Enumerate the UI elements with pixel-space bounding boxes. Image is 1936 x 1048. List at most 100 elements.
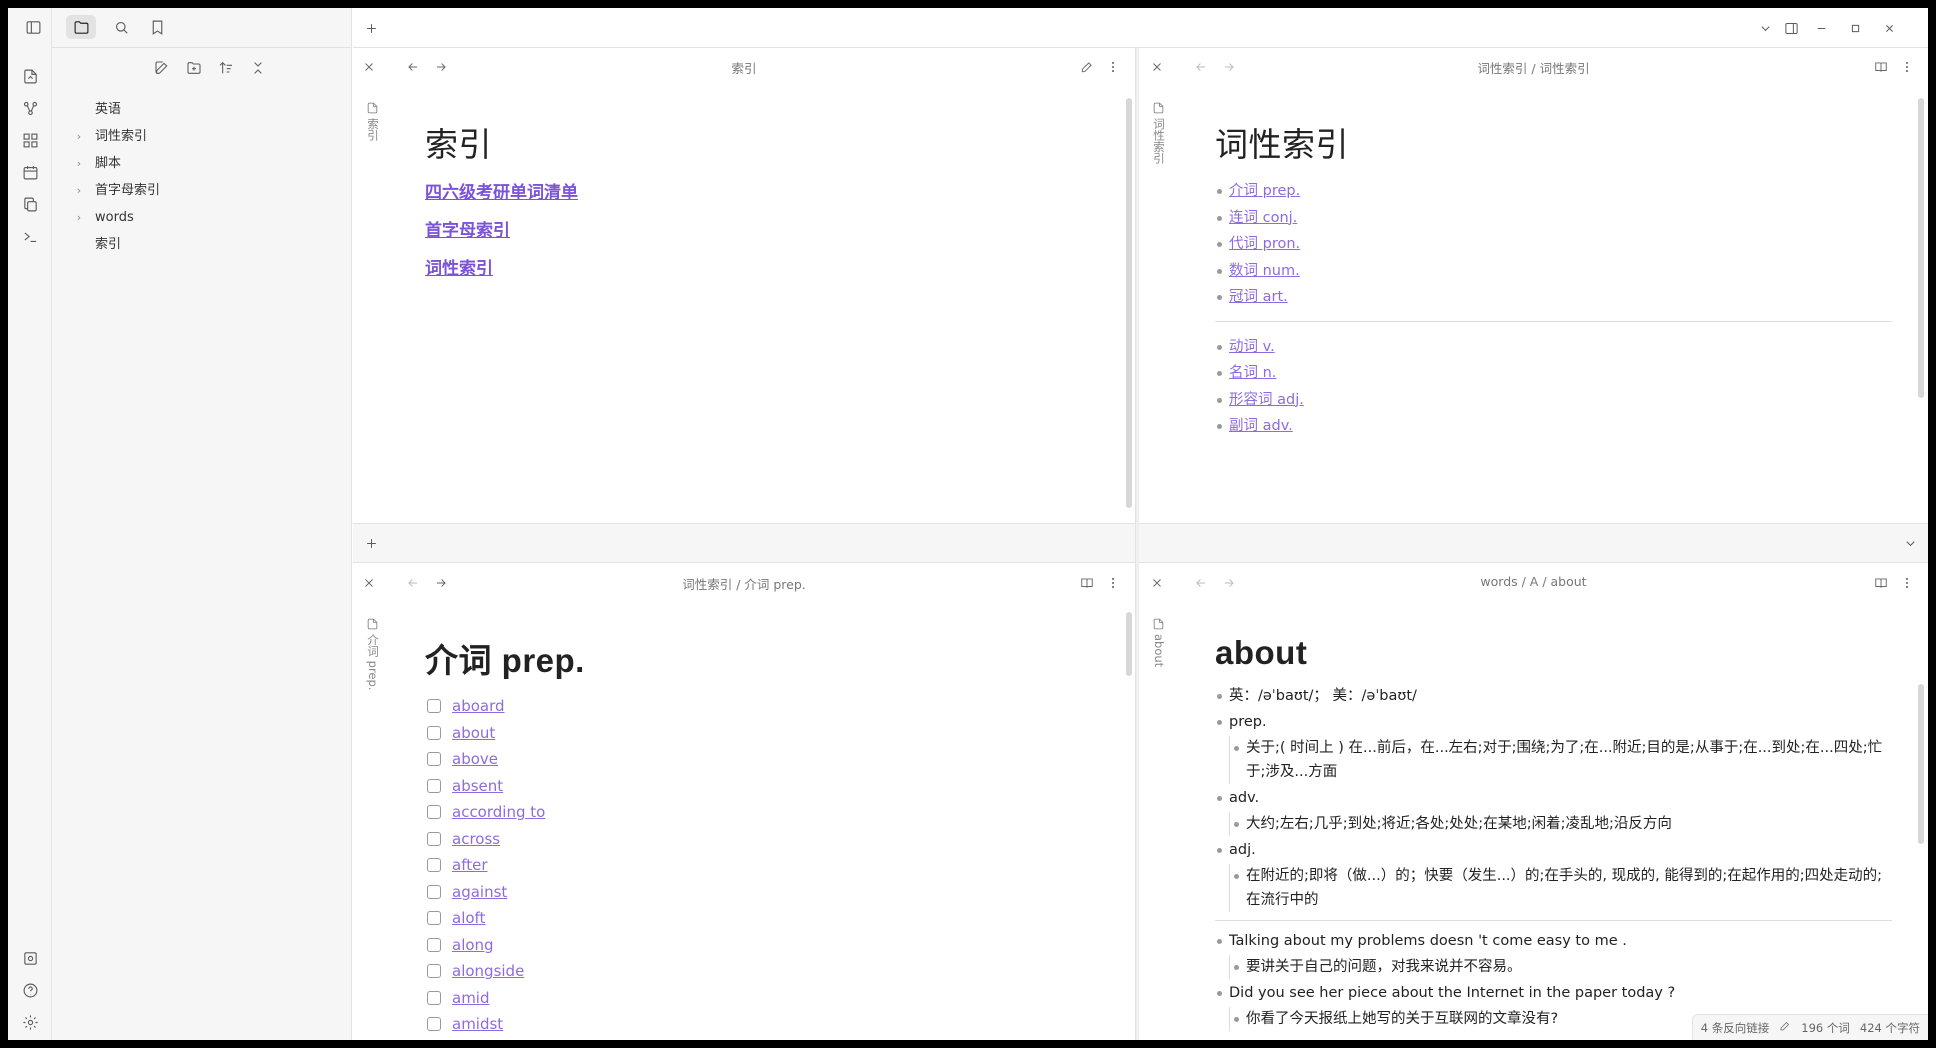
internal-link[interactable]: 副词 adv. (1229, 418, 1293, 434)
checkbox[interactable] (427, 858, 441, 872)
checkbox[interactable] (427, 778, 441, 793)
tab-list-chevron-icon[interactable] (1898, 531, 1922, 555)
checkbox[interactable] (427, 990, 441, 1005)
vertical-tab-title[interactable]: 词性索引 (1151, 118, 1167, 164)
edit-mode-pencil-icon[interactable] (1077, 57, 1097, 77)
internal-link[interactable]: alongside (452, 962, 524, 980)
tree-item[interactable]: › 词性索引 (52, 123, 351, 150)
checkbox[interactable] (427, 911, 441, 925)
scrollbar[interactable] (1126, 98, 1132, 508)
internal-link[interactable]: after (452, 856, 488, 874)
reading-mode-book-icon[interactable] (1871, 57, 1891, 77)
search-tab-icon[interactable] (106, 15, 136, 39)
internal-link[interactable]: 冠词 art. (1229, 289, 1288, 305)
internal-link[interactable]: about (452, 724, 495, 742)
reading-mode-book-icon[interactable] (1871, 573, 1891, 593)
canvas-icon[interactable] (18, 128, 42, 152)
toggle-sidebar-icon[interactable] (18, 15, 48, 39)
collapse-all-icon[interactable] (246, 56, 270, 80)
file-explorer-tab-icon[interactable] (66, 15, 96, 39)
internal-link[interactable]: aloft (452, 909, 485, 927)
more-options-icon[interactable] (1897, 573, 1917, 593)
checkbox[interactable] (427, 752, 441, 766)
vertical-tab-title[interactable]: 索引 (365, 118, 381, 141)
tab-list-chevron-icon[interactable] (1753, 16, 1777, 40)
vertical-tab-title[interactable]: 介词 prep. (365, 634, 381, 690)
scrollbar[interactable] (1918, 98, 1924, 398)
pane-breadcrumb[interactable]: 索引 (353, 58, 1135, 77)
pane-breadcrumb[interactable]: 词性索引 / 词性索引 (1139, 58, 1928, 77)
pane-header: words / A / about (1139, 564, 1928, 602)
scrollbar[interactable] (1918, 684, 1924, 844)
internal-link[interactable]: 形容词 adj. (1229, 392, 1304, 408)
checkbox[interactable] (427, 699, 441, 713)
internal-link[interactable]: according to (452, 803, 545, 821)
vault-switcher-icon[interactable] (18, 946, 42, 970)
file-icon (366, 616, 380, 630)
new-tab-plus-icon[interactable] (359, 531, 383, 555)
list-item: 动词 v. (1215, 334, 1892, 361)
checkbox[interactable] (427, 964, 441, 978)
pane-breadcrumb[interactable]: 词性索引 / 介词 prep. (353, 574, 1135, 593)
internal-link[interactable]: absent (452, 777, 503, 795)
toggle-right-sidebar-icon[interactable] (1779, 16, 1803, 40)
internal-link[interactable]: 首字母索引 (425, 216, 1095, 241)
checkbox[interactable] (427, 805, 441, 819)
close-window-icon[interactable] (1877, 16, 1901, 40)
tree-item[interactable]: 英语 (52, 96, 351, 123)
internal-link[interactable]: 连词 conj. (1229, 210, 1297, 226)
checkbox[interactable] (427, 831, 441, 846)
more-options-icon[interactable] (1103, 57, 1123, 77)
calendar-icon[interactable] (18, 160, 42, 184)
tree-item[interactable]: › 脚本 (52, 150, 351, 177)
internal-link[interactable]: amid (452, 989, 490, 1007)
internal-link[interactable]: 代词 pron. (1229, 236, 1300, 252)
internal-link[interactable]: 数词 num. (1229, 263, 1300, 279)
internal-link[interactable]: above (452, 750, 498, 768)
sort-order-icon[interactable] (214, 56, 238, 80)
command-palette-icon[interactable] (18, 224, 42, 248)
internal-link[interactable]: 词性索引 (425, 254, 1095, 279)
new-folder-icon[interactable] (182, 56, 206, 80)
settings-gear-icon[interactable] (18, 1010, 42, 1034)
internal-link[interactable]: aboard (452, 697, 505, 715)
tree-item[interactable]: › 首字母索引 (52, 177, 351, 204)
list-item: 连词 conj. (1215, 205, 1892, 232)
checkbox[interactable] (427, 725, 441, 740)
chevron-right-icon[interactable]: › (74, 150, 84, 177)
internal-link[interactable]: against (452, 883, 507, 901)
more-options-icon[interactable] (1103, 573, 1123, 593)
internal-link[interactable]: 介词 prep. (1229, 183, 1300, 199)
templates-icon[interactable] (18, 192, 42, 216)
chevron-right-icon[interactable]: › (74, 204, 84, 231)
checkbox[interactable] (427, 884, 441, 899)
maximize-icon[interactable] (1843, 16, 1867, 40)
tree-item[interactable]: 索引 (52, 231, 351, 258)
quick-switcher-icon[interactable] (18, 64, 42, 88)
help-icon[interactable] (18, 978, 42, 1002)
new-note-icon[interactable] (150, 56, 174, 80)
scrollbar[interactable] (1126, 612, 1132, 676)
reading-mode-book-icon[interactable] (1077, 573, 1097, 593)
chevron-right-icon[interactable]: › (74, 177, 84, 204)
tree-item[interactable]: › words (52, 204, 351, 231)
internal-link[interactable]: amidst (452, 1015, 503, 1033)
backlinks-count[interactable]: 4 条反向链接 (1701, 1020, 1769, 1036)
vertical-tab-title[interactable]: about (1151, 634, 1167, 667)
internal-link[interactable]: 动词 v. (1229, 339, 1275, 355)
minimize-icon[interactable] (1809, 16, 1833, 40)
more-options-icon[interactable] (1897, 57, 1917, 77)
internal-link[interactable]: across (452, 830, 500, 848)
internal-link[interactable]: 四六级考研单词清单 (425, 178, 1095, 203)
new-tab-plus-icon[interactable] (359, 16, 383, 40)
internal-link[interactable]: along (452, 936, 494, 954)
graph-view-icon[interactable] (18, 96, 42, 120)
bookmarks-tab-icon[interactable] (142, 15, 172, 39)
checkbox[interactable] (427, 1017, 441, 1031)
checkbox[interactable] (427, 937, 441, 952)
chevron-right-icon[interactable]: › (74, 123, 84, 150)
vertical-pane-divider[interactable] (1135, 48, 1139, 1040)
internal-link[interactable]: 名词 n. (1229, 365, 1276, 381)
pane-breadcrumb[interactable]: words / A / about (1139, 574, 1928, 589)
edit-pencil-icon[interactable] (1779, 1020, 1791, 1035)
